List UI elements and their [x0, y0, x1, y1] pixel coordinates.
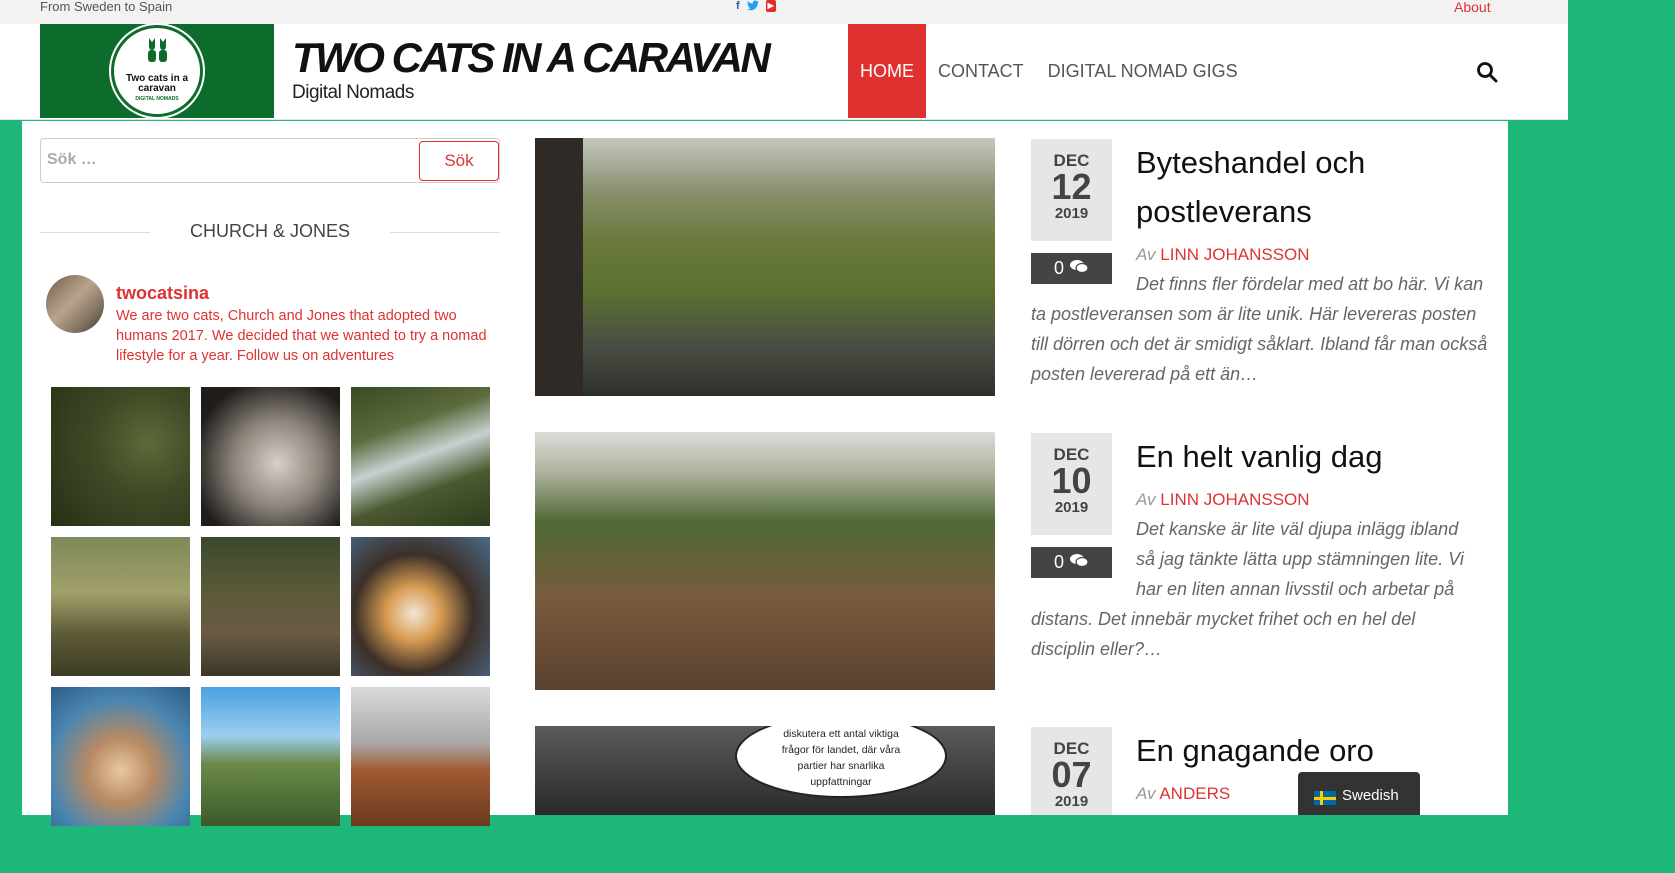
instagram-avatar[interactable]: [46, 275, 104, 333]
instagram-photo[interactable]: [51, 387, 190, 526]
nav-digital-nomad-gigs[interactable]: DIGITAL NOMAD GIGS: [1036, 24, 1250, 118]
post-title-line: En helt vanlig dag: [1136, 439, 1383, 474]
site-tagline: From Sweden to Spain: [40, 0, 173, 14]
excerpt-line: distans. Det innebär mycket frihet och e…: [1031, 609, 1416, 629]
instagram-grid: [51, 387, 491, 826]
author-prefix: Av: [1136, 245, 1156, 264]
image-speech-bubble: diskutera ett antal viktiga frågor för l…: [735, 726, 947, 798]
author-prefix: Av: [1136, 490, 1156, 509]
site-subtitle: Digital Nomads: [292, 82, 414, 103]
post-title-line: En gnagande oro: [1136, 733, 1374, 768]
post-title-line: Byteshandel och: [1136, 145, 1366, 180]
author-link[interactable]: LINN JOHANSSON: [1160, 245, 1309, 264]
instagram-photo[interactable]: [201, 687, 340, 826]
facebook-icon[interactable]: f: [736, 0, 740, 12]
site-logo[interactable]: Two cats in a caravan DIGITAL NOMADS: [40, 24, 274, 118]
logo-subtext: DIGITAL NOMADS: [135, 96, 179, 102]
post-date-year: 2019: [1054, 205, 1089, 222]
post-date-month: DEC: [1053, 151, 1090, 170]
post-date: DEC 07 2019: [1031, 727, 1112, 815]
search-button[interactable]: Sök: [419, 141, 499, 181]
post-author: Av LINN JOHANSSON: [1136, 490, 1310, 510]
bubble-line: uppfattningar: [810, 776, 872, 788]
post-excerpt: Det finns fler fördelar med att bo här. …: [1031, 274, 1488, 384]
post-excerpt: Det kanske är lite väl djupa inlägg ibla…: [1031, 514, 1491, 664]
sidebar-search-form: Sök: [40, 138, 500, 183]
instagram-photo[interactable]: [201, 387, 340, 526]
instagram-photo[interactable]: [51, 687, 190, 826]
logo-text: Two cats in a caravan: [125, 73, 189, 94]
instagram-photo[interactable]: [351, 537, 490, 676]
site-title[interactable]: TWO CATS IN A CARAVAN: [292, 34, 771, 82]
post-date-day: 07: [1051, 754, 1092, 795]
language-switcher[interactable]: Swedish: [1298, 772, 1420, 815]
post-author: Av ANDERS: [1136, 784, 1230, 804]
author-prefix: Av: [1136, 784, 1156, 803]
instagram-photo[interactable]: [351, 387, 490, 526]
logo-badge: Two cats in a caravan DIGITAL NOMADS: [111, 25, 203, 117]
bubble-line: frågor för landet, där våra: [781, 744, 901, 756]
post-title-line: postleverans: [1136, 194, 1312, 229]
instagram-photo[interactable]: [201, 537, 340, 676]
top-bar: From Sweden to Spain f ▶ About: [0, 0, 1568, 24]
post-date-day: 12: [1051, 166, 1092, 207]
post-title[interactable]: Byteshandel och postleverans: [1136, 138, 1365, 236]
post-author: Av LINN JOHANSSON: [1136, 245, 1310, 265]
post-thumbnail[interactable]: diskutera ett antal viktiga frågor för l…: [535, 726, 995, 815]
bubble-line: diskutera ett antal viktiga: [783, 728, 899, 740]
post-date-month: DEC: [1053, 739, 1090, 758]
post-date-month: DEC: [1053, 445, 1090, 464]
social-links: f ▶: [736, 0, 776, 12]
excerpt-line: Det kanske är lite väl djupa inlägg ibla…: [1136, 519, 1459, 539]
youtube-icon[interactable]: ▶: [765, 0, 776, 12]
about-link[interactable]: About: [1454, 0, 1491, 14]
author-link[interactable]: ANDERS: [1159, 784, 1230, 803]
author-link[interactable]: LINN JOHANSSON: [1160, 490, 1309, 509]
post-title[interactable]: En gnagande oro: [1136, 726, 1374, 775]
site-header: Two cats in a caravan DIGITAL NOMADS TWO…: [0, 24, 1568, 120]
post-date-day: 10: [1051, 460, 1092, 501]
instagram-username[interactable]: twocatsina: [116, 283, 209, 304]
main-nav: HOME CONTACT DIGITAL NOMAD GIGS: [848, 24, 1250, 118]
excerpt-line: disciplin eller?…: [1031, 639, 1163, 659]
cats-logo-icon: [148, 38, 167, 62]
post-title[interactable]: En helt vanlig dag: [1136, 432, 1382, 481]
sweden-flag-icon: [1314, 791, 1336, 805]
post-thumbnail[interactable]: [535, 138, 995, 396]
excerpt-line: så jag tänkte lätta upp stämningen lite.…: [1136, 549, 1464, 569]
widget-title: CHURCH & JONES: [40, 221, 500, 243]
post-date-year: 2019: [1054, 793, 1089, 810]
twitter-icon[interactable]: [746, 0, 759, 12]
instagram-photo[interactable]: [51, 537, 190, 676]
post-thumbnail[interactable]: [535, 432, 995, 690]
instagram-bio: We are two cats, Church and Jones that a…: [116, 308, 487, 364]
bubble-line: partier har snarlika: [797, 760, 885, 772]
nav-home[interactable]: HOME: [848, 24, 926, 118]
language-label: Swedish: [1342, 787, 1399, 804]
excerpt-line: har en liten annan livsstil och arbetar …: [1136, 579, 1455, 599]
post-date: DEC 12 2019: [1031, 139, 1112, 241]
search-icon[interactable]: [1476, 61, 1498, 83]
search-input[interactable]: [47, 149, 407, 171]
nav-contact[interactable]: CONTACT: [926, 24, 1036, 118]
instagram-photo[interactable]: [351, 687, 490, 826]
